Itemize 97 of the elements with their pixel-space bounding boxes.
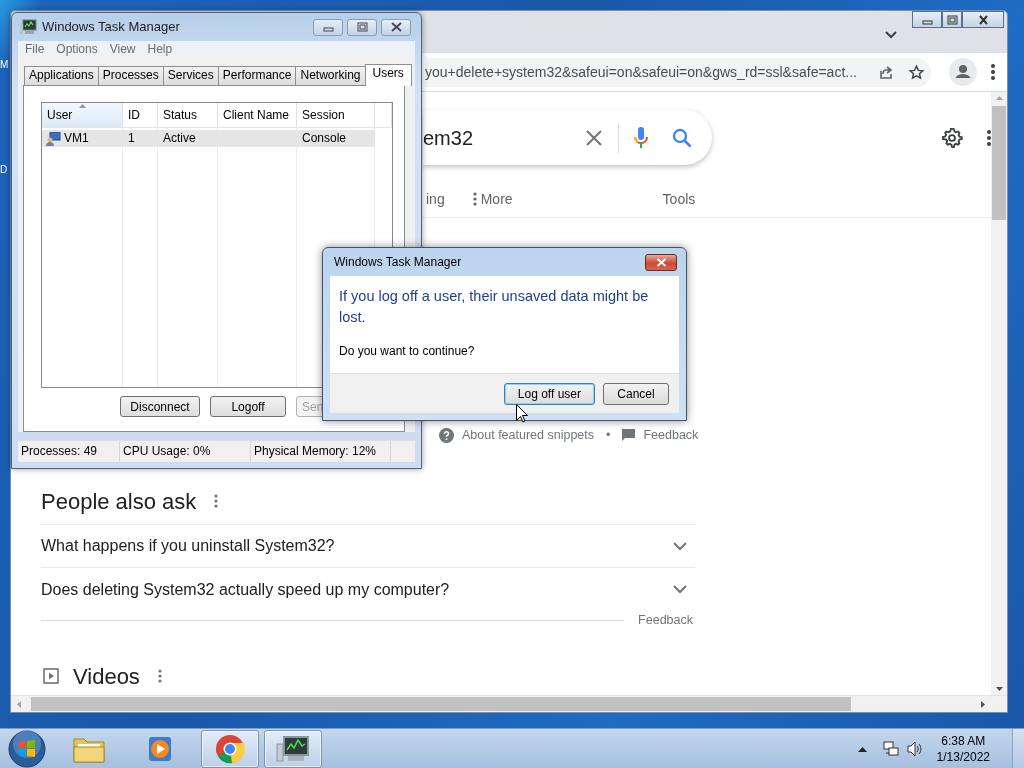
dialog-button[interactable]: Log off user — [503, 382, 595, 405]
video-icon — [43, 668, 59, 684]
sort-arrow-icon — [79, 104, 86, 108]
maximize-icon — [354, 22, 370, 32]
microphone-icon[interactable] — [634, 125, 648, 150]
question-item[interactable]: What happens if you uninstall System32? — [41, 525, 695, 568]
minimize-button[interactable] — [912, 11, 942, 28]
minimize-button[interactable] — [313, 18, 343, 36]
clock[interactable]: 6:38 AM 1/13/2022 — [936, 732, 990, 765]
search-icon[interactable] — [672, 127, 692, 148]
help-icon — [439, 427, 454, 443]
close-button[interactable] — [381, 18, 411, 36]
scrollbar[interactable] — [11, 695, 1007, 712]
close-button[interactable] — [645, 253, 677, 271]
desktop-icon-label[interactable]: D — [0, 164, 8, 176]
column-header[interactable]: Status — [158, 103, 218, 127]
column-header[interactable]: Session — [297, 103, 375, 127]
profile-icon[interactable] — [949, 58, 977, 86]
scrollbar[interactable] — [991, 92, 1007, 695]
feedback-link[interactable]: Feedback — [643, 425, 699, 445]
monitor-icon — [20, 19, 37, 35]
browser-icon — [215, 733, 245, 764]
menu-item[interactable]: View — [104, 40, 143, 58]
dialog-button[interactable]: Cancel — [603, 382, 669, 405]
user-icon — [46, 131, 61, 146]
maximize-icon — [946, 14, 958, 25]
star-icon[interactable] — [908, 63, 925, 81]
action-button[interactable]: Disconnect — [120, 396, 200, 417]
clear-icon[interactable] — [585, 128, 603, 147]
column-header[interactable]: Client Name — [218, 103, 297, 127]
clock-time: 6:38 AM — [940, 732, 987, 749]
question-item[interactable]: Does deleting System32 actually speed up my computer? — [41, 568, 695, 611]
table-cell-text: 1 — [127, 130, 136, 147]
question-text: What happens if you uninstall System32? — [41, 536, 335, 556]
status-text: Physical Memory: 12% — [251, 441, 391, 462]
close-icon — [977, 14, 989, 25]
menu-item[interactable]: Help — [142, 40, 180, 58]
tray-expand-icon[interactable] — [857, 745, 867, 752]
action-button[interactable]: Logoff — [210, 396, 286, 417]
cursor-icon — [516, 404, 528, 423]
address-bar[interactable]: you+delete+system32&safeui=on&safeui=on&gws_rd=ssl&safe=act... — [425, 57, 931, 87]
windows-orb-icon — [8, 729, 46, 768]
column-header[interactable]: ID — [123, 103, 158, 127]
search-text: em32 — [423, 125, 475, 151]
desktop-icon-label[interactable]: M — [0, 59, 9, 71]
menu-item[interactable]: Options — [51, 40, 105, 58]
tools-button[interactable]: Tools — [662, 188, 696, 210]
chevron-icon — [673, 585, 687, 594]
more-icon — [472, 192, 477, 206]
search-tab[interactable]: More — [472, 188, 513, 210]
close-icon — [655, 257, 667, 267]
start-button[interactable] — [6, 728, 48, 768]
monitor-icon — [276, 734, 310, 763]
tab[interactable]: Services — [162, 66, 219, 85]
separator: • — [606, 426, 611, 444]
section-title: People also ask — [41, 487, 197, 516]
status-text: Processes: 49 — [18, 441, 120, 462]
dialog-title: Windows Task Manager — [334, 254, 462, 271]
network-icon[interactable] — [882, 740, 899, 757]
search-field[interactable]: em32 — [423, 110, 712, 165]
menu-item[interactable]: File — [20, 40, 52, 58]
speaker-icon[interactable] — [906, 740, 923, 757]
tab-list-icon[interactable] — [885, 31, 897, 39]
close-button[interactable] — [962, 11, 1004, 28]
more-icon[interactable] — [157, 669, 162, 683]
column-header[interactable]: User — [42, 103, 123, 127]
window-title: Windows Task Manager — [42, 18, 180, 37]
settings-icon[interactable] — [941, 126, 963, 149]
main-instruction: If you log off a user, their unsaved data might be lost. — [339, 287, 650, 327]
section-title: Videos — [73, 662, 140, 691]
clock-date: 1/13/2022 — [936, 748, 990, 765]
feedback-icon — [622, 429, 636, 441]
table-cell: VM1 — [42, 130, 123, 147]
menu-icon[interactable] — [991, 64, 995, 80]
table-row[interactable]: VM1 1 Active Console — [42, 130, 375, 147]
taskbar-button[interactable] — [264, 729, 322, 768]
table-cell-text: Console — [301, 130, 348, 147]
chevron-icon — [673, 541, 687, 551]
scrollbar-thumb[interactable] — [992, 106, 1006, 220]
question-text: Does deleting System32 actually speed up my computer? — [41, 579, 450, 600]
share-icon[interactable] — [878, 64, 894, 80]
feedback-link[interactable]: Feedback — [638, 610, 693, 630]
more-icon[interactable] — [987, 129, 991, 146]
dialog-message: Do you want to continue? — [339, 343, 476, 360]
tab[interactable]: Users — [364, 64, 412, 86]
about-link[interactable]: About featured snippets — [462, 425, 595, 445]
more-icon[interactable] — [214, 494, 219, 508]
tab[interactable]: Performance — [217, 66, 297, 85]
scrollbar-thumb[interactable] — [31, 697, 851, 711]
status-text: CPU Usage: 0% — [120, 441, 251, 462]
table-cell-text: Active — [162, 130, 197, 147]
search-tab[interactable]: ing — [426, 188, 445, 210]
url-text: you+delete+system32&safeui=on&safeui=on&gws_rd=ssl&safe=act... — [425, 62, 858, 82]
tab[interactable]: Networking — [295, 66, 366, 85]
tab[interactable]: Processes — [97, 66, 164, 85]
maximize-button[interactable] — [942, 11, 962, 28]
tab[interactable]: Applications — [24, 66, 99, 85]
